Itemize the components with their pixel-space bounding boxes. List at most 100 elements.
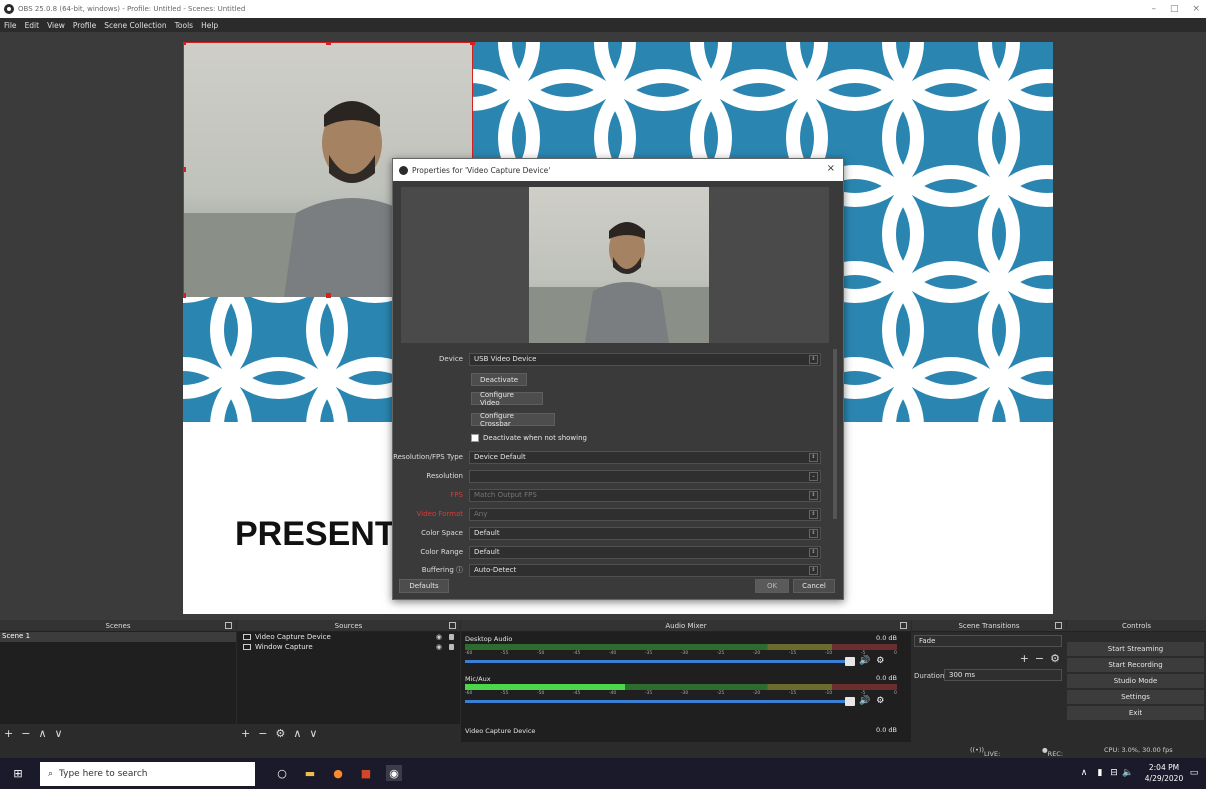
- windows-start-icon[interactable]: ⊞: [10, 765, 26, 781]
- lock-icon[interactable]: [449, 634, 454, 640]
- list-item[interactable]: Scene 1: [0, 632, 236, 642]
- tray-chevron-icon[interactable]: ∧: [1076, 765, 1092, 781]
- eye-icon[interactable]: ◉: [436, 643, 442, 651]
- menu-bar: File Edit View Profile Scene Collection …: [0, 18, 1206, 32]
- dialog-scrollbar[interactable]: [833, 349, 837, 519]
- dialog-close-button[interactable]: ×: [827, 163, 835, 174]
- resize-handle[interactable]: [470, 42, 475, 45]
- color-range-select[interactable]: Default ⇕: [469, 545, 821, 559]
- volume-meter: [465, 644, 897, 650]
- resize-handle[interactable]: [183, 42, 186, 45]
- lock-icon[interactable]: [449, 644, 454, 650]
- studio-mode-button[interactable]: Studio Mode: [1067, 674, 1204, 688]
- gear-icon[interactable]: ⚙: [275, 727, 285, 740]
- gear-icon[interactable]: ⚙: [1050, 652, 1060, 665]
- menu-scene-collection[interactable]: Scene Collection: [104, 21, 166, 30]
- volume-slider[interactable]: [465, 657, 855, 666]
- video-format-row: Video Format Any ⇕: [393, 507, 829, 521]
- channel-name: Video Capture Device: [465, 727, 536, 735]
- firefox-icon[interactable]: ●: [330, 765, 346, 781]
- float-dock-icon[interactable]: [900, 622, 907, 629]
- transition-select[interactable]: Fade: [914, 635, 1062, 647]
- taskbar-clock[interactable]: 2:04 PM 4/29/2020: [1144, 762, 1184, 784]
- obs-taskbar-icon[interactable]: ◉: [386, 765, 402, 781]
- resolution-input[interactable]: ⌄: [469, 469, 821, 483]
- add-source-icon[interactable]: +: [241, 727, 250, 740]
- audio-mixer-title: Audio Mixer: [665, 621, 707, 630]
- eye-icon[interactable]: ◉: [436, 633, 442, 641]
- resize-handle[interactable]: [326, 293, 331, 298]
- move-down-icon[interactable]: ∨: [55, 727, 63, 740]
- move-up-icon[interactable]: ∧: [38, 727, 46, 740]
- deactivate-button[interactable]: Deactivate: [471, 373, 527, 386]
- slider-knob[interactable]: [845, 657, 855, 666]
- menu-file[interactable]: File: [4, 21, 17, 30]
- close-button[interactable]: ×: [1192, 4, 1200, 14]
- resolution-type-select[interactable]: Device Default ⇕: [469, 450, 821, 464]
- cancel-button[interactable]: Cancel: [793, 579, 835, 593]
- list-item[interactable]: Video Capture Device ◉: [237, 632, 460, 642]
- slider-knob[interactable]: [845, 697, 855, 706]
- speaker-icon[interactable]: 🔊: [859, 696, 870, 706]
- dialog-title: Properties for 'Video Capture Device': [412, 165, 551, 175]
- resize-handle[interactable]: [183, 293, 186, 298]
- menu-profile[interactable]: Profile: [73, 21, 96, 30]
- gear-icon[interactable]: ⚙: [876, 696, 884, 706]
- list-item[interactable]: Window Capture ◉: [237, 642, 460, 652]
- menu-view[interactable]: View: [47, 21, 65, 30]
- menu-edit[interactable]: Edit: [25, 21, 40, 30]
- move-up-icon[interactable]: ∧: [293, 727, 301, 740]
- add-scene-icon[interactable]: +: [4, 727, 13, 740]
- remove-scene-icon[interactable]: −: [21, 727, 30, 740]
- video-format-select[interactable]: Any ⇕: [469, 507, 821, 521]
- minimize-button[interactable]: –: [1151, 4, 1156, 14]
- spin-icon: ⇕: [809, 565, 818, 575]
- color-space-select[interactable]: Default ⇕: [469, 526, 821, 540]
- remove-source-icon[interactable]: −: [258, 727, 267, 740]
- notification-icon[interactable]: ▭: [1186, 765, 1202, 781]
- meter-ticks: -60 -55 -50 -45 -40 -35 -30 -25 -20 -15 -10 -5 0: [465, 691, 897, 696]
- deactivate-when-not-showing-checkbox[interactable]: Deactivate when not showing: [471, 432, 587, 444]
- exit-button[interactable]: Exit: [1067, 706, 1204, 720]
- dialog-title-bar: Properties for 'Video Capture Device': [393, 159, 843, 181]
- channel-db: 0.0 dB: [876, 674, 897, 682]
- resize-handle[interactable]: [326, 42, 331, 45]
- meter-ticks: -60 -55 -50 -45 -40 -35 -30 -25 -20 -15 -10 -5 0: [465, 651, 897, 656]
- float-dock-icon[interactable]: [225, 622, 232, 629]
- spin-icon: ⇕: [809, 528, 818, 538]
- volume-meter: [465, 684, 897, 690]
- spin-icon: ⇕: [809, 547, 818, 557]
- device-select[interactable]: USB Video Device ⇕: [469, 352, 821, 366]
- start-recording-button[interactable]: Start Recording: [1067, 658, 1204, 672]
- duration-input[interactable]: 300 ms: [944, 669, 1062, 681]
- start-streaming-button[interactable]: Start Streaming: [1067, 642, 1204, 656]
- remove-transition-icon[interactable]: −: [1035, 652, 1044, 665]
- menu-help[interactable]: Help: [201, 21, 218, 30]
- configure-crossbar-button[interactable]: Configure Crossbar: [471, 412, 555, 428]
- fps-select[interactable]: Match Output FPS ⇕: [469, 488, 821, 502]
- restore-button[interactable]: □: [1170, 4, 1179, 14]
- settings-button[interactable]: Settings: [1067, 690, 1204, 704]
- volume-icon[interactable]: 🔈: [1120, 765, 1136, 781]
- help-icon[interactable]: ⓘ: [456, 566, 463, 574]
- speaker-icon[interactable]: 🔊: [859, 656, 870, 666]
- menu-tools[interactable]: Tools: [175, 21, 193, 30]
- ok-button[interactable]: OK: [755, 579, 789, 593]
- float-dock-icon[interactable]: [1055, 622, 1062, 629]
- defaults-button[interactable]: Defaults: [399, 579, 449, 593]
- gear-icon[interactable]: ⚙: [876, 656, 884, 666]
- window-icon: [243, 644, 251, 650]
- powerpoint-icon[interactable]: ■: [358, 765, 374, 781]
- dialog-preview: [401, 187, 829, 343]
- file-explorer-icon[interactable]: ▬: [302, 765, 318, 781]
- spin-icon: ⇕: [809, 354, 818, 364]
- taskbar-search[interactable]: ⌕ Type here to search: [40, 762, 255, 786]
- configure-video-button[interactable]: Configure Video: [471, 391, 543, 407]
- float-dock-icon[interactable]: [449, 622, 456, 629]
- resize-handle[interactable]: [183, 167, 186, 172]
- cortana-icon[interactable]: ○: [274, 765, 290, 781]
- move-down-icon[interactable]: ∨: [309, 727, 317, 740]
- volume-slider[interactable]: [465, 697, 855, 706]
- mixer-channel: Mic/Aux 0.0 dB -60 -55 -50 -45 -40 -35 -30 -25-…: [465, 674, 897, 706]
- add-transition-icon[interactable]: +: [1020, 652, 1029, 665]
